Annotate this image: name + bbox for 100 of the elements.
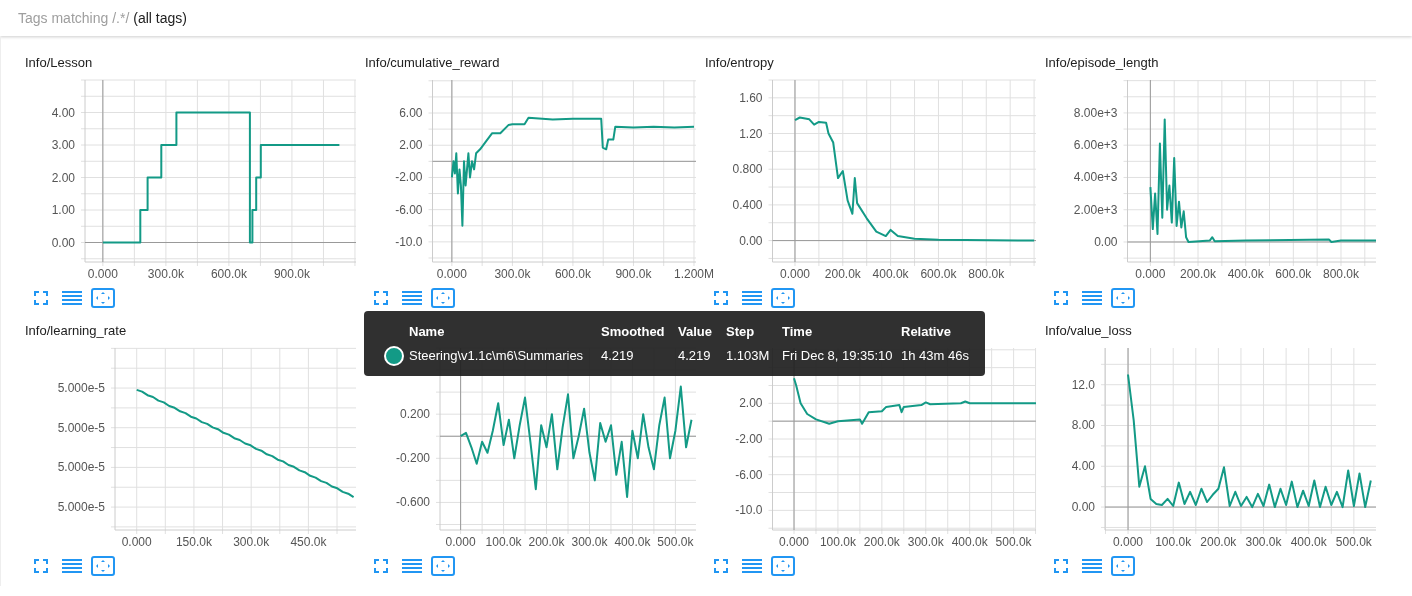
axis-tick-label: -10.0 [735,503,763,518]
log-scale-button[interactable] [740,288,764,308]
axis-tick-label: -2.00 [395,170,423,185]
log-scale-button[interactable] [1080,556,1104,576]
axis-tick-label: 400.0k [872,267,909,281]
axis-tick-label: 3.00 [51,138,75,152]
fit-domain-icon [771,288,795,308]
fit-domain-button[interactable] [771,288,795,308]
axis-tick-label: 1.20 [739,126,763,141]
fit-domain-button[interactable] [431,556,455,576]
tooltip-header: Value [678,324,713,339]
fit-domain-icon [91,288,115,308]
fit-domain-button[interactable] [771,556,795,576]
axis-tick-label: 5.000e-5 [57,420,105,435]
axis-tick-label: 0.000 [121,535,152,549]
axis-tick-label: 1.00 [51,203,75,217]
axis-tick-label: 2.00 [739,396,763,411]
fullscreen-icon [33,558,49,574]
axis-tick-label: 600.0k [1275,267,1312,281]
filter-bar[interactable]: Tags matching /.*/ (all tags) [0,0,1412,36]
axis-tick-label: 2.00 [51,170,75,185]
tooltip-cell-text: Fri Dec 8, 19:35:10 [782,348,894,363]
fit-domain-icon [1111,556,1135,576]
axis-tick-label: -0.200 [395,451,430,466]
fullscreen-icon [33,290,49,306]
tooltip-cell-text: 4.219 [678,348,712,363]
axis-tick-label: 900.0k [273,267,310,281]
axis-tick-label: 0.000 [779,267,810,281]
axis-tick-label: 100.0k [485,535,522,549]
axis-tick-label: 200.0k [528,535,565,549]
list-icon [402,290,422,306]
axis-tick-label: 200.0k [824,267,861,281]
axis-tick-label: 500.0k [657,535,694,549]
list-icon [62,290,82,306]
axis-tick-label: 100.0k [1155,535,1192,549]
axis-tick-label: 8.00e+3 [1073,105,1118,120]
fit-domain-button[interactable] [431,288,455,308]
axis-tick-label: 300.0k [907,535,944,549]
chart-title: Info/learning_rate [25,322,127,338]
axis-tick-label: 400.0k [951,535,988,549]
log-scale-button[interactable] [1080,288,1104,308]
axis-tick-label: 0.000 [445,535,476,549]
log-scale-button[interactable] [60,556,84,576]
fit-domain-icon [431,556,455,576]
fit-domain-icon [431,288,455,308]
axis-tick-label: 4.00 [1071,459,1095,474]
fullscreen-icon [1053,290,1069,306]
axis-tick-label: 1.60 [739,90,763,105]
axis-tick-label: 400.0k [1227,267,1264,281]
chart-title: Info/value_loss [1045,322,1132,338]
log-scale-button[interactable] [400,288,424,308]
axis-tick-label: 600.0k [554,267,591,281]
list-icon [1082,558,1102,574]
fit-domain-button[interactable] [1111,556,1135,576]
axis-tick-label: 600.0k [210,267,247,281]
log-scale-button[interactable] [400,556,424,576]
axis-tick-label: 0.00 [1071,500,1095,515]
axis-tick-label: 0.000 [779,535,810,549]
fullscreen-icon [373,290,389,306]
axis-tick-label: 6.00e+3 [1073,138,1118,153]
list-icon [62,558,82,574]
tooltip-header: Relative [901,324,952,339]
fullscreen-icon [713,558,729,574]
axis-tick-label: 0.400 [732,197,763,212]
log-scale-button[interactable] [740,556,764,576]
axis-tick-label: 200.0k [863,535,900,549]
axis-tick-label: -6.00 [395,202,423,217]
list-icon [402,558,422,574]
log-scale-button[interactable] [60,288,84,308]
axis-tick-label: 5.000e-5 [57,500,105,515]
chart-title: Info/entropy [705,54,774,70]
fit-domain-button[interactable] [1111,288,1135,308]
tooltip-header: Name [409,324,446,339]
axis-tick-label: 400.0k [614,535,651,549]
fullscreen-icon [1053,558,1069,574]
axis-tick-label: 5.000e-5 [57,381,105,396]
chart-title: Info/episode_length [1045,54,1159,70]
axis-tick-label: 12.0 [1071,377,1095,392]
axis-tick-label: 2.00e+3 [1073,202,1118,217]
fit-domain-button[interactable] [91,556,115,576]
axis-tick-label: 0.200 [399,407,430,422]
fit-domain-icon [1111,288,1135,308]
axis-tick-label: -10.0 [395,234,423,249]
tooltip-cell-text: 1h 43m 46s [901,348,970,363]
axis-tick-label: -6.00 [735,467,763,482]
axis-tick-label: 450.0k [290,535,327,549]
axis-tick-label: 8.00 [1071,418,1095,433]
axis-tick-label: 0.000 [87,267,118,281]
axis-tick-label: 300.0k [494,267,531,281]
tooltip-header: Step [726,324,756,339]
axis-tick-label: -2.00 [735,432,763,446]
tooltip-cell-text: Steering\v1.1c\m6\Summaries [409,348,585,363]
axis-tick-label: 400.0k [1290,535,1327,549]
fit-domain-button[interactable] [91,288,115,308]
list-icon [742,290,762,306]
filter-label: Tags matching /.*/ [18,10,130,26]
axis-tick-label: 0.00 [739,233,763,248]
axis-tick-label: 200.0k [1180,267,1217,281]
axis-tick-label: 800.0k [968,267,1005,281]
list-icon [1082,290,1102,306]
